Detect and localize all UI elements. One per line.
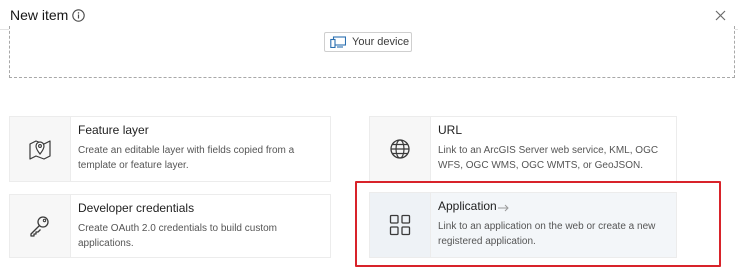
- card-icon-box: [10, 117, 71, 181]
- your-device-button[interactable]: Your device: [324, 32, 412, 52]
- info-circle-icon[interactable]: [72, 9, 85, 22]
- card-title: Feature layer: [78, 123, 149, 137]
- card-feature-layer[interactable]: Feature layer Create an editable layer w…: [9, 116, 331, 182]
- key-icon: [30, 216, 49, 237]
- highlight-box: [355, 181, 721, 267]
- globe-icon: [390, 139, 410, 159]
- card-description: Create OAuth 2.0 credentials to build cu…: [78, 223, 277, 249]
- card-developer-credentials[interactable]: Developer credentials Create OAuth 2.0 c…: [9, 194, 331, 258]
- dialog-title: New item: [10, 7, 69, 23]
- card-icon-box: [10, 195, 71, 257]
- card-url[interactable]: URL Link to an ArcGIS Server web service…: [369, 116, 677, 182]
- close-button[interactable]: [710, 5, 730, 25]
- device-icon: [330, 36, 346, 48]
- close-x-icon: [715, 10, 725, 20]
- map-pin-icon: [29, 140, 51, 160]
- your-device-label: Your device: [352, 36, 410, 48]
- card-icon-box: [370, 117, 431, 181]
- card-description: Link to an ArcGIS Server web service, KM…: [438, 145, 659, 171]
- card-title: Developer credentials: [78, 201, 195, 215]
- card-description: Create an editable layer with fields cop…: [78, 145, 295, 171]
- card-title: URL: [438, 123, 463, 137]
